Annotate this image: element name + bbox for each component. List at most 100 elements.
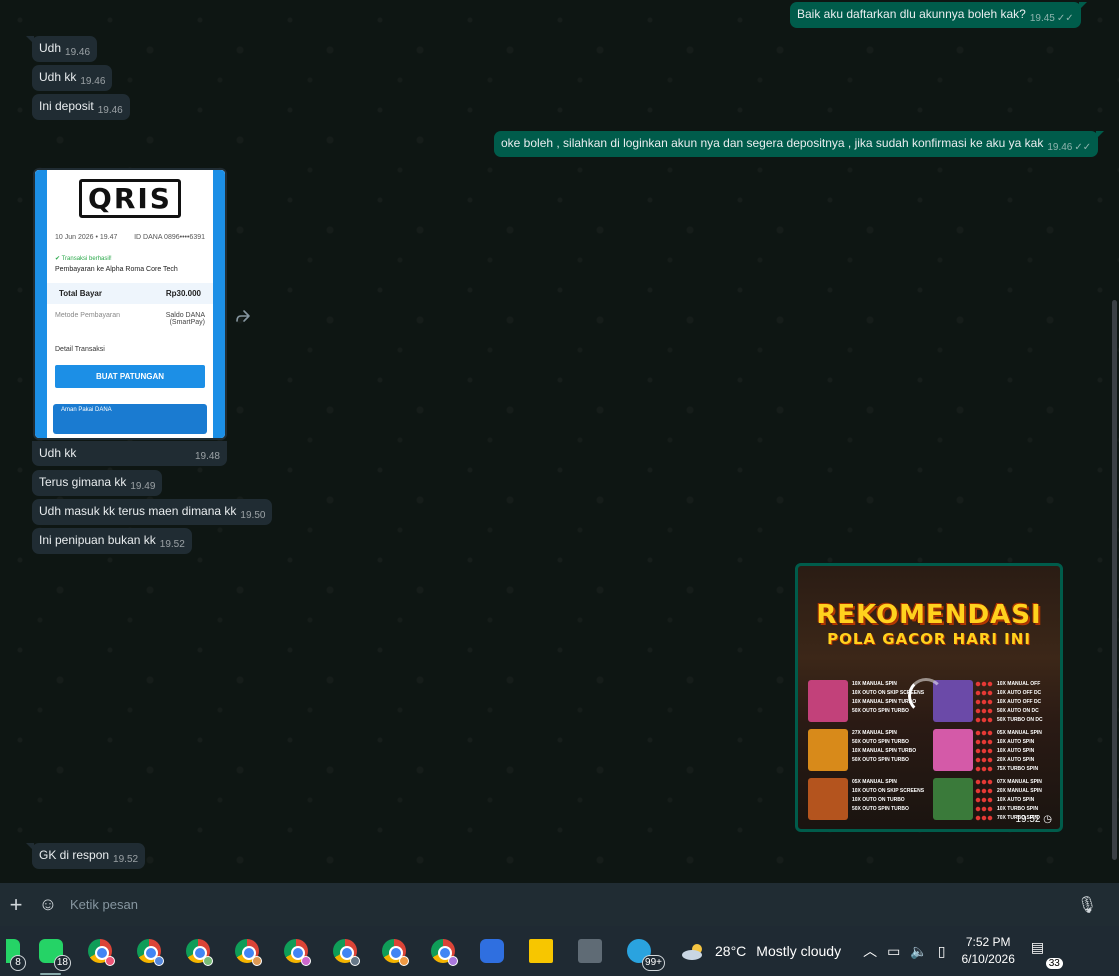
receipt-status-text: Transaksi berhasil! bbox=[61, 256, 112, 262]
chat-bubble-icon: ▤ bbox=[1030, 939, 1045, 955]
message-time: 19.45 bbox=[1029, 13, 1055, 24]
forward-icon[interactable] bbox=[234, 307, 252, 325]
taskbar-app-whatsapp-partial[interactable]: 8 bbox=[0, 926, 26, 976]
chat-area[interactable]: Baik aku daftarkan dlu akunnya boleh kak… bbox=[0, 0, 1119, 883]
battery-icon[interactable]: ▯ bbox=[938, 943, 946, 960]
message-in[interactable]: GK di respon 19.52 bbox=[25, 843, 146, 869]
receipt-method-value: Saldo DANA (SmartPay) bbox=[165, 312, 205, 326]
taskbar-app-chrome[interactable] bbox=[369, 926, 418, 976]
game-pattern-line: 05X MANUAL SPIN bbox=[852, 779, 897, 785]
promo-title: REKOMENDASI bbox=[816, 600, 1042, 630]
message-in[interactable]: Udh 19.46 bbox=[25, 36, 98, 62]
taskbar-app-calculator[interactable] bbox=[565, 926, 614, 976]
receipt-status: ✔ Transaksi berhasil! bbox=[55, 256, 112, 262]
game-pattern-line: 10X AUTO SPIN bbox=[997, 797, 1035, 803]
receipt-logo-area: QRIS bbox=[35, 170, 225, 226]
taskbar-app-chrome[interactable] bbox=[418, 926, 467, 976]
receipt-method-label: Metode Pembayaran bbox=[55, 312, 120, 319]
sticker-icon[interactable]: ☺ bbox=[36, 894, 60, 915]
profile-avatar bbox=[350, 956, 360, 966]
profile-avatar bbox=[252, 956, 262, 966]
receipt-side-bar bbox=[35, 170, 47, 438]
taskbar-app-telegram[interactable]: 99+ bbox=[614, 926, 665, 976]
receipt-total-value: Rp30.000 bbox=[165, 289, 201, 298]
game-pattern-text: 05X MANUAL SPIN 10X OUTO ON SKIP SCREENS 1… bbox=[852, 778, 924, 814]
clock-date: 6/10/2026 bbox=[961, 952, 1015, 966]
receipt-detail-label: Detail Transaksi bbox=[55, 346, 105, 353]
receipt-promo-banner: Aman Pakai DANA bbox=[53, 404, 207, 434]
microphone-icon[interactable]: 🎙 bbox=[1075, 895, 1099, 915]
message-in[interactable]: Udh kk 19.46 bbox=[32, 65, 113, 91]
message-in[interactable]: Ini deposit 19.46 bbox=[32, 94, 130, 120]
game-pattern-line: 20X MANUAL SPIN bbox=[997, 788, 1042, 794]
volume-icon[interactable]: 🔈 bbox=[910, 943, 927, 960]
message-time: 19.52 bbox=[159, 539, 185, 550]
message-text: GK di respon bbox=[39, 848, 110, 862]
promo-image[interactable]: REKOMENDASI POLA GACOR HARI INI 10X MANU… bbox=[795, 563, 1063, 832]
taskbar: 8 18 99+ 28°C Mostly cloudy ︿ ▭ 🔈 ▯ 7:52… bbox=[0, 926, 1119, 976]
message-input[interactable] bbox=[70, 886, 1075, 923]
message-text: oke boleh , silahkan di loginkan akun ny… bbox=[501, 136, 1044, 150]
promo-game: 05X MANUAL SPIN 10X OUTO ON SKIP SCREENS 1… bbox=[808, 778, 933, 824]
taskbar-app-chrome[interactable] bbox=[222, 926, 271, 976]
game-pattern-line: 75X TURBO SPIN bbox=[997, 766, 1039, 772]
chevron-up-icon[interactable]: ︿ bbox=[863, 941, 877, 961]
message-in[interactable]: Udh masuk kk terus maen dimana kk 19.50 bbox=[32, 499, 273, 525]
attach-plus-icon[interactable]: + bbox=[4, 892, 28, 918]
clock-time: 7:52 PM bbox=[965, 935, 1011, 949]
weather-temp: 28°C bbox=[715, 943, 747, 959]
clock[interactable]: 7:52 PM 6/10/2026 bbox=[961, 934, 1014, 968]
message-time: 19.52 bbox=[113, 854, 139, 865]
taskbar-app-chrome[interactable] bbox=[320, 926, 369, 976]
message-in[interactable]: Ini penipuan bukan kk 19.52 bbox=[32, 528, 192, 554]
game-thumbnail bbox=[808, 680, 848, 722]
taskbar-app-sticky-notes[interactable] bbox=[516, 926, 565, 976]
message-in[interactable]: Udh kk 19.48 bbox=[32, 441, 227, 466]
active-indicator bbox=[40, 973, 61, 975]
network-icon[interactable]: ▭ bbox=[887, 943, 900, 960]
taskbar-app-chrome[interactable] bbox=[75, 926, 124, 976]
message-in[interactable]: Terus gimana kk 19.49 bbox=[32, 470, 163, 496]
game-pattern-line: 10X OUTO ON SKIP SCREENS bbox=[852, 788, 925, 794]
game-pattern-line: 07X MANUAL SPIN bbox=[997, 779, 1042, 785]
message-out[interactable]: Baik aku daftarkan dlu akunnya boleh kak… bbox=[790, 2, 1087, 28]
taskbar-app-chrome[interactable] bbox=[173, 926, 222, 976]
pattern-dots-icon bbox=[975, 730, 993, 772]
message-time: 19.49 bbox=[130, 481, 156, 492]
profile-avatar bbox=[399, 956, 409, 966]
message-text: Udh bbox=[39, 41, 62, 55]
promo-time: 19.52 ◷ bbox=[1015, 814, 1052, 825]
promo-game: 27X MANUAL SPIN 50X OUTO SPIN TURBO 10X MA… bbox=[808, 729, 933, 775]
game-pattern-line: 50X OUTO SPIN TURBO bbox=[852, 739, 909, 745]
taskbar-app-chrome[interactable] bbox=[271, 926, 320, 976]
pattern-dots-icon bbox=[975, 681, 993, 723]
taskbar-app-chrome[interactable] bbox=[124, 926, 173, 976]
game-thumbnail bbox=[808, 778, 848, 820]
game-thumbnail bbox=[933, 729, 973, 771]
game-pattern-text: 05X MANUAL SPIN 10X AUTO SPIN 10X AUTO SPI… bbox=[997, 729, 1042, 774]
taskbar-app-whatsapp[interactable]: 18 bbox=[26, 926, 75, 976]
taskbar-badge: 18 bbox=[53, 955, 71, 971]
weather-widget[interactable]: 28°C Mostly cloudy bbox=[681, 941, 841, 961]
notification-count: 33 bbox=[1045, 958, 1063, 969]
game-pattern-line: 10X MANUAL OFF bbox=[997, 681, 1041, 687]
promo-game: 05X MANUAL SPIN 10X AUTO SPIN 10X AUTO SPI… bbox=[933, 729, 1058, 775]
receipt-total: Total Bayar Rp30.000 bbox=[47, 283, 213, 304]
game-pattern-line: 10X OUTO ON TURBO bbox=[852, 797, 905, 803]
message-text: Udh masuk kk terus maen dimana kk bbox=[39, 504, 237, 518]
taskbar-app-monday[interactable] bbox=[467, 926, 516, 976]
receipt-image[interactable]: QRIS 10 Jun 2026 • 19.47 ID DANA 0896•••… bbox=[33, 168, 227, 440]
taskbar-badge: 8 bbox=[10, 955, 26, 971]
message-text: Ini penipuan bukan kk bbox=[39, 533, 156, 547]
receipt-date: 10 Jun 2026 • 19.47 bbox=[55, 234, 118, 241]
monday-icon bbox=[479, 939, 504, 963]
chat-scrollbar[interactable] bbox=[1112, 300, 1117, 860]
notification-center[interactable]: ▤ 33 bbox=[1030, 939, 1063, 969]
message-time: 19.48 bbox=[194, 451, 220, 462]
message-out[interactable]: oke boleh , silahkan di loginkan akun ny… bbox=[494, 131, 1105, 157]
game-pattern-line: 50X TURBO ON DC bbox=[997, 717, 1043, 723]
message-time: 19.46 bbox=[80, 76, 106, 87]
profile-avatar bbox=[105, 956, 115, 966]
game-pattern-line: 50X OUTO SPIN TURBO bbox=[852, 757, 909, 763]
receipt-total-label: Total Bayar bbox=[59, 289, 102, 298]
